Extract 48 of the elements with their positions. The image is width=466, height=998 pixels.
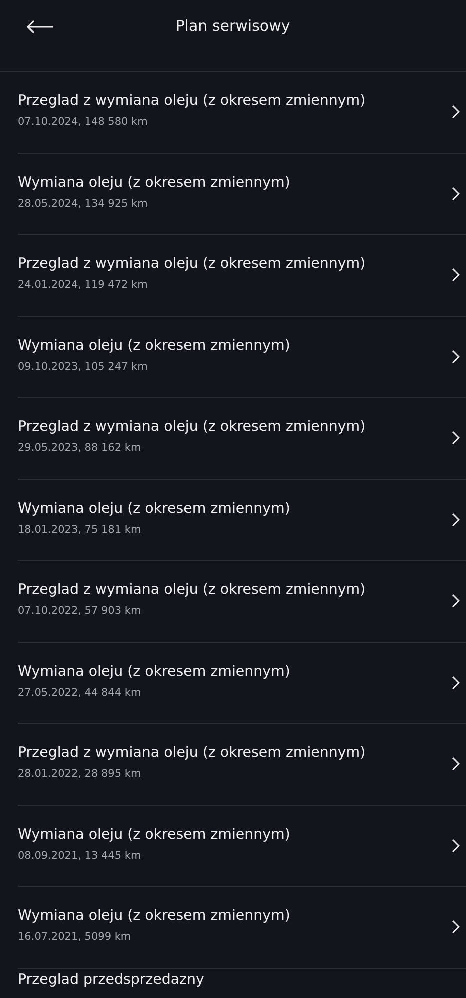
service-list-item[interactable]: Przeglad z wymiana oleju (z okresem zmiennym) 07.10.2024, 148 580 km [18,72,466,154]
service-title: Wymiana oleju (z okresem zmiennym) [18,826,292,843]
chevron-right-icon [452,268,460,282]
service-list-item[interactable]: Przeglad z wymiana oleju (z okresem zmiennym) 24.01.2024, 119 472 km [18,235,466,316]
service-date-mileage: 24.01.2024, 119 472 km [18,279,149,292]
chevron-right-icon [452,512,460,527]
service-title: Przeglad z wymiana oleju (z okresem zmiennym) [18,93,367,110]
service-title: Przeglad z wymiana oleju (z okresem zmiennym) [18,419,367,436]
service-title: Wymiana oleju (z okresem zmiennym) [18,500,292,517]
service-list-item[interactable]: Przeglad przedsprzedazny [18,968,466,998]
chevron-right-icon [452,350,460,364]
service-date-mileage: 09.10.2023, 105 247 km [18,360,149,373]
chevron-right-icon [452,676,460,690]
service-title: Wymiana oleju (z okresem zmiennym) [18,174,292,191]
service-list-item[interactable]: Przeglad z wymiana oleju (z okresem zmiennym) 28.01.2022, 28 895 km [18,724,466,806]
service-title: Wymiana oleju (z okresem zmiennym) [18,664,292,680]
screen-title: Plan serwisowy [176,17,290,35]
service-date-mileage: 18.01.2023, 75 181 km [18,524,142,536]
service-list-item[interactable]: Przeglad z wymiana oleju (z okresem zmiennym) 29.05.2023, 88 162 km [18,398,466,480]
chevron-right-icon [452,838,460,853]
service-date-mileage: 29.05.2023, 88 162 km [18,442,142,454]
service-title: Przeglad przedsprzedazny [18,972,206,988]
service-date-mileage: 16.07.2021, 5099 km [18,931,132,944]
back-arrow-icon [26,20,54,34]
service-date-mileage: 28.05.2024, 134 925 km [18,198,149,210]
service-title: Przeglad z wymiana oleju (z okresem zmiennym) [18,582,367,598]
service-title: Wymiana oleju (z okresem zmiennym) [18,338,292,354]
service-date-mileage: 08.09.2021, 13 445 km [18,850,142,862]
service-list-item[interactable]: Wymiana oleju (z okresem zmiennym) 18.01.2023, 75 181 km [18,480,466,561]
service-title: Przeglad z wymiana oleju (z okresem zmiennym) [18,745,367,762]
service-title: Wymiana oleju (z okresem zmiennym) [18,908,292,924]
chevron-right-icon [452,594,460,608]
service-list-item[interactable]: Wymiana oleju (z okresem zmiennym) 27.05.2022, 44 844 km [18,642,466,724]
service-list-item[interactable]: Wymiana oleju (z okresem zmiennym) 16.07.2021, 5099 km [18,887,466,968]
service-date-mileage: 28.01.2022, 28 895 km [18,768,142,780]
chevron-right-icon [452,757,460,772]
chevron-right-icon [452,186,460,201]
service-date-mileage: 07.10.2022, 57 903 km [18,605,142,618]
service-list-item[interactable]: Przeglad z wymiana oleju (z okresem zmiennym) 07.10.2022, 57 903 km [18,561,466,642]
service-list-item[interactable]: Wymiana oleju (z okresem zmiennym) 09.10.2023, 105 247 km [18,316,466,398]
chevron-right-icon [452,431,460,446]
service-list-item[interactable]: Wymiana oleju (z okresem zmiennym) 28.05.2024, 134 925 km [18,154,466,235]
service-list-item[interactable]: Wymiana oleju (z okresem zmiennym) 08.09.2021, 13 445 km [18,806,466,887]
service-date-mileage: 07.10.2024, 148 580 km [18,116,149,128]
chevron-right-icon [452,920,460,934]
service-title: Przeglad z wymiana oleju (z okresem zmiennym) [18,256,367,272]
chevron-right-icon [452,105,460,120]
service-date-mileage: 27.05.2022, 44 844 km [18,686,142,699]
